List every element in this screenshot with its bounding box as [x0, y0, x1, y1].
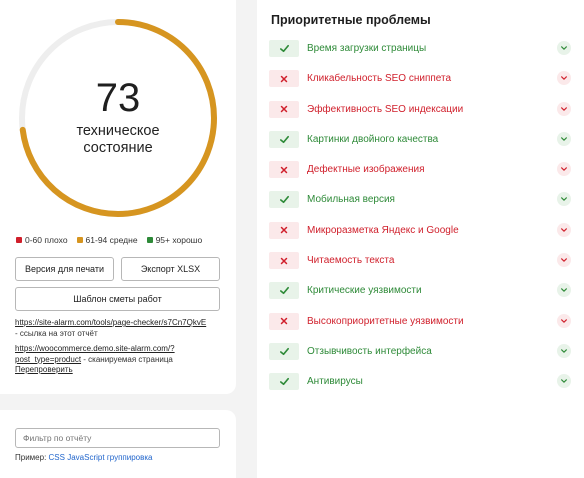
report-link-block: https://site-alarm.com/tools/page-checke…	[15, 318, 230, 339]
score-label-line2: состояние	[83, 140, 153, 156]
problem-label: Микроразметка Яндекс и Google	[307, 224, 459, 236]
problem-row[interactable]: Отзывчивость интерфейса	[269, 339, 574, 369]
chevron-down-icon[interactable]	[557, 222, 571, 237]
report-summary-panel: 73 техническое состояние 0-60 плохо 61-9…	[0, 0, 236, 394]
check-icon	[269, 373, 299, 391]
legend-item-medium: 61-94 средне	[76, 235, 138, 245]
report-filter-input[interactable]	[15, 428, 220, 448]
problem-label: Отзывчивость интерфейса	[307, 345, 432, 357]
priority-problems-list: Время загрузки страницы Кликабельность SE…	[269, 36, 574, 400]
problem-label: Читаемость текста	[307, 255, 395, 267]
chevron-down-icon[interactable]	[557, 162, 571, 177]
report-link[interactable]: https://site-alarm.com/tools/page-checke…	[15, 318, 206, 327]
cross-icon	[269, 70, 299, 88]
problem-row[interactable]: Картинки двойного качества	[269, 127, 574, 157]
problem-row[interactable]: Дефектные изображения	[269, 157, 574, 187]
cross-icon	[269, 221, 299, 239]
problem-label: Картинки двойного качества	[307, 133, 439, 145]
legend-item-bad: 0-60 плохо	[16, 235, 68, 245]
problem-label: Дефектные изображения	[307, 164, 425, 176]
problem-row[interactable]: Антивирусы	[269, 369, 574, 399]
cross-icon	[269, 252, 299, 270]
check-icon	[269, 40, 299, 57]
score-legend: 0-60 плохо 61-94 средне 95+ хорошо	[16, 235, 202, 245]
scanned-page-link-part2[interactable]: post_type=product	[15, 355, 81, 364]
filter-panel: Пример: CSS JavaScript группировка	[0, 410, 236, 478]
cross-icon	[269, 161, 299, 179]
score-label-line1: техническое	[76, 123, 160, 139]
chevron-down-icon[interactable]	[557, 192, 571, 207]
legend-label-medium: 61-94 средне	[85, 235, 138, 245]
problem-label: Кликабельность SEO сниппета	[307, 73, 452, 85]
print-version-button[interactable]: Версия для печати	[15, 257, 114, 281]
scanned-page-note: - сканируемая страница	[81, 354, 173, 364]
example-link-grouping[interactable]: группировка	[107, 453, 153, 462]
check-icon	[269, 130, 299, 148]
problem-row[interactable]: Высокоприоритетные уязвимости	[269, 309, 574, 339]
legend-dot-bad	[16, 237, 22, 243]
score-label: техническое состояние	[18, 123, 218, 157]
problem-row[interactable]: Мобильная версия	[269, 187, 574, 217]
check-icon	[269, 342, 299, 360]
chevron-down-icon[interactable]	[557, 283, 571, 298]
legend-label-good: 95+ хорошо	[155, 235, 203, 245]
problem-row[interactable]: Эффективность SEO индексации	[269, 97, 574, 127]
problem-row[interactable]: Время загрузки страницы	[269, 36, 574, 66]
legend-dot-medium	[76, 237, 83, 243]
legend-dot-good	[146, 237, 153, 243]
problem-row[interactable]: Читаемость текста	[269, 248, 574, 278]
problem-label: Критические уязвимости	[307, 285, 422, 297]
problem-label: Время загрузки страницы	[307, 43, 427, 54]
problem-row[interactable]: Микроразметка Яндекс и Google	[269, 218, 574, 248]
check-icon	[269, 282, 299, 300]
chevron-down-icon[interactable]	[557, 41, 571, 55]
example-prefix: Пример:	[15, 453, 47, 462]
chevron-down-icon[interactable]	[557, 101, 571, 116]
chevron-down-icon[interactable]	[557, 343, 571, 358]
report-link-note: - ссылка на этот отчёт	[15, 328, 98, 338]
chevron-down-icon[interactable]	[557, 253, 571, 268]
cross-icon	[269, 100, 299, 118]
example-link-css[interactable]: CSS	[49, 453, 65, 462]
chevron-down-icon[interactable]	[557, 71, 571, 86]
scanned-page-block: https://woocommerce.demo.site-alarm.com/…	[15, 344, 230, 376]
problem-row[interactable]: Критические уязвимости	[269, 278, 574, 308]
legend-item-good: 95+ хорошо	[146, 235, 203, 245]
estimate-template-button[interactable]: Шаблон сметы работ	[15, 287, 220, 311]
problem-label: Эффективность SEO индексации	[307, 103, 464, 115]
export-xlsx-button[interactable]: Экспорт XLSX	[121, 257, 220, 281]
problem-label: Мобильная версия	[307, 194, 395, 206]
cross-icon	[269, 312, 299, 330]
scanned-page-link-part1[interactable]: https://woocommerce.demo.site-alarm.com/…	[15, 344, 175, 353]
chevron-down-icon[interactable]	[557, 313, 571, 328]
chevron-down-icon[interactable]	[557, 131, 571, 146]
check-icon	[269, 191, 299, 209]
problem-label: Высокоприоритетные уязвимости	[307, 315, 464, 327]
chevron-down-icon[interactable]	[557, 374, 571, 389]
problem-row[interactable]: Кликабельность SEO сниппета	[269, 66, 574, 96]
example-link-javascript[interactable]: JavaScript	[67, 453, 104, 462]
filter-examples: Пример: CSS JavaScript группировка	[15, 453, 153, 462]
recheck-link[interactable]: Перепроверить	[15, 365, 73, 374]
score-value: 73	[95, 76, 141, 120]
priority-problems-title: Приоритетные проблемы	[271, 13, 431, 27]
legend-label-bad: 0-60 плохо	[25, 235, 68, 245]
problem-label: Антивирусы	[307, 376, 363, 388]
